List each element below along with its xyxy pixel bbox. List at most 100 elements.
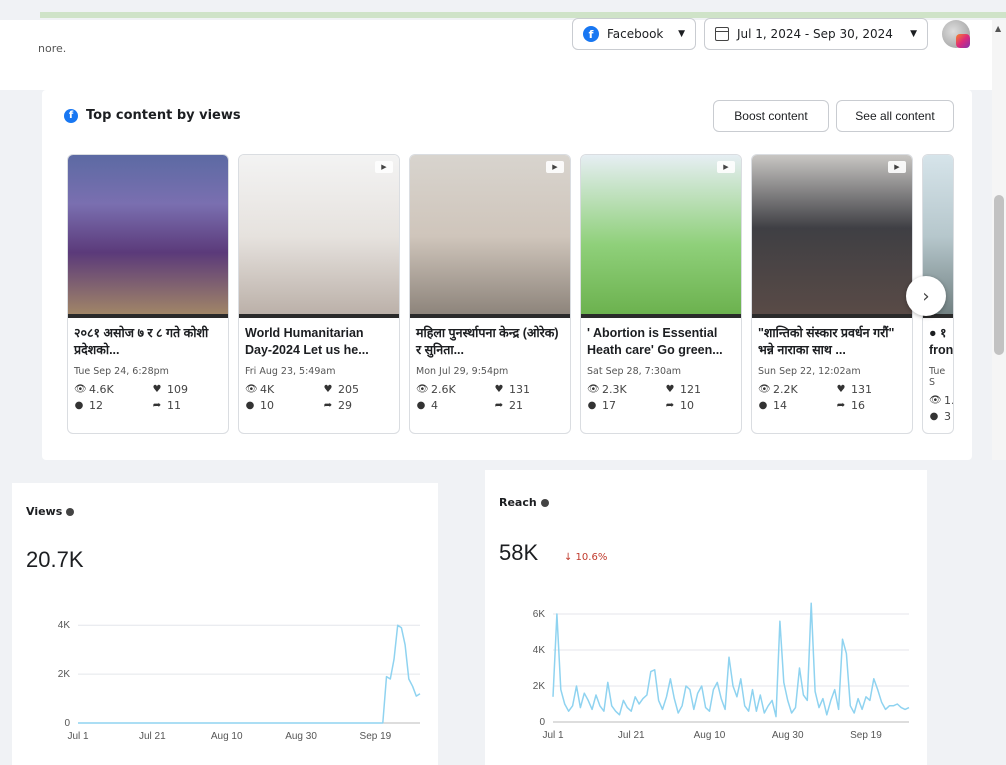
x-tick-label: Sep 19 [360, 731, 392, 742]
comments-stat: ● 14 [758, 399, 836, 412]
comments-stat: ● 17 [587, 399, 665, 412]
comments-count: 10 [260, 399, 274, 412]
content-title[interactable]: World Humanitarian Day-2024 Let us he... [239, 318, 399, 362]
heart-icon: ♥ [665, 384, 675, 395]
comment-icon: ● [758, 400, 768, 411]
shares-count: 16 [851, 399, 865, 412]
date-range-dropdown[interactable]: Jul 1, 2024 - Sep 30, 2024 ▼ [704, 18, 928, 50]
views-stat: 👁 2.2K [758, 383, 836, 396]
content-title[interactable]: "शान्तिको संस्कार प्रवर्धन गरौं" भन्ने न… [752, 318, 912, 362]
x-tick-label: Aug 30 [285, 731, 317, 742]
shares-stat: ➦ 29 [323, 399, 393, 412]
heart-icon: ♥ [323, 384, 333, 395]
y-tick-label: 2K [533, 681, 546, 692]
content-thumbnail[interactable]: ▶ [239, 155, 399, 318]
video-icon: ▶ [375, 161, 393, 173]
caret-down-icon: ▼ [910, 29, 917, 39]
content-stats: 👁 2.2K ♥ 131 ● 14 ➦ 16 [752, 377, 912, 412]
top-content-title-text: Top content by views [86, 108, 241, 123]
comment-icon: ● [245, 400, 255, 411]
heart-icon: ♥ [152, 384, 162, 395]
shares-stat: ➦ 16 [836, 399, 906, 412]
share-icon: ➦ [152, 400, 162, 411]
views-stat: 👁 2.6K [416, 383, 494, 396]
reactions-stat: ♥ 131 [494, 383, 564, 396]
content-stats: 👁 2.3K ♥ 121 ● 17 ➦ 10 [581, 377, 741, 412]
views-count: 2.2K [773, 383, 798, 396]
content-date: Fri Aug 23, 5:49am [245, 366, 336, 377]
heart-icon: ♥ [836, 384, 846, 395]
reactions-count: 205 [338, 383, 359, 396]
reactions-count: 121 [680, 383, 701, 396]
x-tick-label: Sep 19 [850, 730, 882, 741]
instagram-icon [956, 34, 970, 48]
video-icon: ▶ [546, 161, 564, 173]
reactions-count: 109 [167, 383, 188, 396]
see-all-content-button[interactable]: See all content [836, 100, 954, 132]
series-line [552, 602, 910, 718]
content-card[interactable]: ▶ "शान्तिको संस्कार प्रवर्धन गरौं" भन्ने … [751, 154, 913, 434]
content-stats: 👁 4K ♥ 205 ● 10 ➦ 29 [239, 377, 399, 412]
video-icon: ▶ [717, 161, 735, 173]
reactions-count: 131 [509, 383, 530, 396]
share-icon: ➦ [323, 400, 333, 411]
y-tick-label: 0 [64, 718, 70, 729]
content-thumbnail[interactable] [68, 155, 228, 318]
y-tick-label: 0 [539, 717, 545, 728]
content-date: Tue Sep 24, 6:28pm [74, 366, 169, 377]
thumbnail-caption-bar [581, 314, 741, 318]
content-title[interactable]: २०८१ असोज ७ र ८ गते कोशी प्रदेशको... [68, 318, 228, 362]
comments-count: 12 [89, 399, 103, 412]
comments-stat: ● 10 [245, 399, 323, 412]
reactions-stat: ♥ 109 [152, 383, 222, 396]
truncated-text: nore. [38, 42, 67, 55]
scroll-up-arrow-icon[interactable]: ▲ [995, 24, 1001, 33]
content-stats: 👁 2.6K ♥ 131 ● 4 ➦ 21 [410, 377, 570, 412]
comment-icon: ● [416, 400, 426, 411]
views-count: 1. [944, 394, 954, 407]
content-card[interactable]: ▶ World Humanitarian Day-2024 Let us he..… [238, 154, 400, 434]
boost-content-button[interactable]: Boost content [713, 100, 829, 132]
x-tick-label: Aug 10 [211, 731, 243, 742]
comments-count: 17 [602, 399, 616, 412]
facebook-icon: f [583, 26, 599, 42]
content-date: Mon Jul 29, 9:54pm [416, 366, 509, 377]
x-tick-label: Jul 21 [139, 731, 166, 742]
y-tick-label: 2K [58, 669, 71, 680]
content-card[interactable]: ▶ ' Abortion is Essential Heath care' Go … [580, 154, 742, 434]
comments-count: 14 [773, 399, 787, 412]
x-tick-label: Jul 1 [67, 731, 89, 742]
content-card[interactable]: ▶ महिला पुनर्स्थापना केन्द्र (ओरेक) र सुन… [409, 154, 571, 434]
thumbnail-caption-bar [410, 314, 570, 318]
scrollbar-thumb[interactable] [994, 195, 1004, 355]
content-thumbnail[interactable]: ▶ [410, 155, 570, 318]
platform-label: Facebook [607, 27, 664, 41]
eye-icon: 👁 [758, 384, 771, 395]
carousel-next-button[interactable]: › [906, 276, 946, 316]
content-title[interactable]: ● १ fron [923, 318, 953, 362]
platform-dropdown[interactable]: f Facebook ▼ [572, 18, 696, 50]
content-title[interactable]: महिला पुनर्स्थापना केन्द्र (ओरेक) र सुनि… [410, 318, 570, 362]
shares-count: 29 [338, 399, 352, 412]
content-title[interactable]: ' Abortion is Essential Heath care' Go g… [581, 318, 741, 362]
shares-stat: ➦ 21 [494, 399, 564, 412]
comments-count: 3 [944, 410, 951, 423]
views-count: 2.6K [431, 383, 456, 396]
y-tick-label: 4K [58, 620, 71, 631]
content-card[interactable]: २०८१ असोज ७ र ८ गते कोशी प्रदेशको... Tue … [67, 154, 229, 434]
thumbnail-caption-bar [239, 314, 399, 318]
reach-line-chart: 0 2K 4K 6K Jul 1 Jul 21 Aug 10 Aug 30 Sep 19 [533, 602, 910, 741]
reactions-stat: ♥ 131 [836, 383, 906, 396]
eye-icon: 👁 [587, 384, 600, 395]
reactions-count: 131 [851, 383, 872, 396]
content-thumbnail[interactable]: ▶ [581, 155, 741, 318]
x-tick-label: Jul 1 [542, 730, 564, 741]
y-tick-label: 4K [533, 645, 546, 656]
content-thumbnail[interactable]: ▶ [752, 155, 912, 318]
content-date: Sat Sep 28, 7:30am [587, 366, 682, 377]
eye-icon: 👁 [245, 384, 258, 395]
comments-stat: ● 12 [74, 399, 152, 412]
comment-icon: ● [929, 411, 939, 422]
comments-stat: ● 4 [416, 399, 494, 412]
heart-icon: ♥ [494, 384, 504, 395]
